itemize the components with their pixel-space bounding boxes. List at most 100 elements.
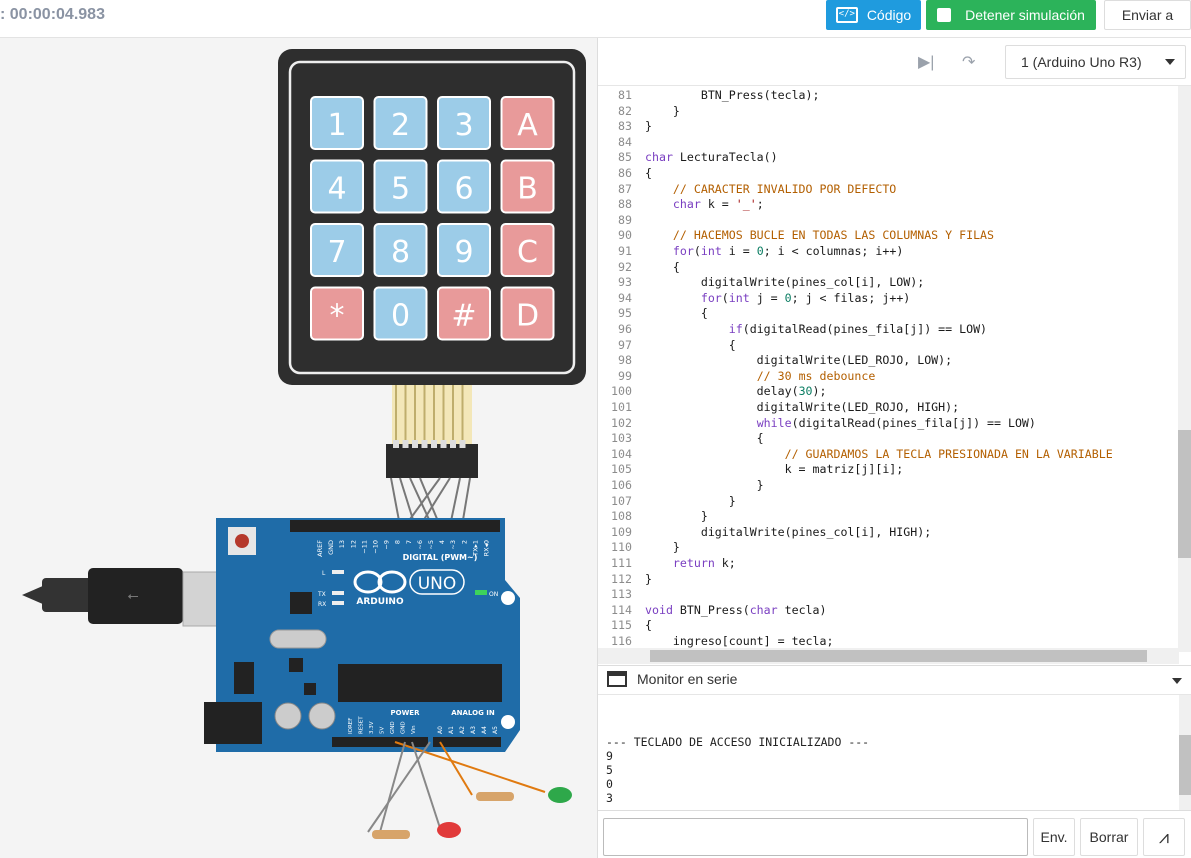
send-to-button[interactable]: Enviar a bbox=[1104, 0, 1191, 30]
editor-scroll-thumb[interactable] bbox=[1178, 430, 1191, 558]
code-line[interactable]: 106 } bbox=[598, 478, 764, 494]
editor-vertical-scrollbar[interactable] bbox=[1178, 86, 1191, 652]
keypad-key-label: 2 bbox=[391, 108, 410, 143]
line-number: 109 bbox=[611, 524, 632, 539]
code-line[interactable]: 84 bbox=[598, 135, 645, 151]
code-text: for(int j = 0; j < filas; j++) bbox=[700, 290, 911, 305]
rx-label: RX bbox=[318, 601, 326, 608]
code-line[interactable]: 111 return k; bbox=[598, 556, 736, 572]
code-line[interactable]: 101 digitalWrite(LED_ROJO, HIGH); bbox=[598, 400, 959, 416]
keypad-key-label: 3 bbox=[454, 108, 473, 143]
code-line[interactable]: 98 digitalWrite(LED_ROJO, LOW); bbox=[598, 353, 952, 369]
simulation-timer: : 00:00:04.983 bbox=[0, 6, 105, 23]
code-line[interactable]: 99 // 30 ms debounce bbox=[598, 369, 875, 385]
code-line[interactable]: 107 } bbox=[598, 494, 736, 510]
analog-pin-label: A0 bbox=[437, 726, 444, 734]
rx-led bbox=[332, 601, 344, 605]
line-number: 95 bbox=[618, 306, 632, 321]
code-line[interactable]: 104 // GUARDAMOS LA TECLA PRESIONADA EN … bbox=[598, 447, 1113, 463]
code-line[interactable]: 103 { bbox=[598, 431, 764, 447]
code-line[interactable]: 89 bbox=[598, 213, 645, 229]
code-line[interactable]: 97 { bbox=[598, 338, 736, 354]
monitor-line: 5 bbox=[606, 763, 613, 777]
code-line[interactable]: 114 void BTN_Press(char tecla) bbox=[598, 603, 826, 619]
code-line[interactable]: 115 { bbox=[598, 618, 652, 634]
code-text: { bbox=[645, 337, 736, 352]
chevron-down-icon[interactable] bbox=[1172, 678, 1182, 684]
line-number: 110 bbox=[611, 540, 632, 555]
editor-hscroll-thumb[interactable] bbox=[650, 650, 1147, 662]
digital-pin-label: ~5 bbox=[427, 540, 435, 550]
model-text: UNO bbox=[418, 574, 457, 594]
device-select[interactable]: 1 (Arduino Uno R3) bbox=[1005, 45, 1186, 79]
code-line[interactable]: 112} bbox=[598, 572, 652, 588]
code-line[interactable]: 81 BTN_Press(tecla); bbox=[598, 88, 819, 104]
line-number: 112 bbox=[611, 571, 632, 586]
power-pin-label: IOREF bbox=[348, 718, 354, 734]
code-line[interactable]: 105 k = matriz[j][i]; bbox=[598, 462, 903, 478]
top-toolbar: : 00:00:04.983 </> Código Detener simula… bbox=[0, 0, 1191, 38]
monitor-line: --- TECLADO DE ACCESO INICIALIZADO --- bbox=[606, 735, 870, 749]
clear-button[interactable]: Borrar bbox=[1080, 818, 1138, 856]
code-line[interactable]: 100 delay(30); bbox=[598, 384, 826, 400]
serial-input[interactable] bbox=[603, 818, 1028, 856]
graph-button[interactable]: ⩘ bbox=[1143, 818, 1185, 856]
capacitor-1 bbox=[274, 702, 302, 730]
code-button[interactable]: </> Código bbox=[826, 0, 921, 30]
led-green[interactable] bbox=[548, 787, 572, 803]
code-line[interactable]: 91 for(int i = 0; i < columnas; i++) bbox=[598, 244, 903, 260]
code-line[interactable]: 94 for(int j = 0; j < filas; j++) bbox=[598, 291, 910, 307]
code-line[interactable]: 93 digitalWrite(pines_col[i], LOW); bbox=[598, 275, 924, 291]
usb-chip bbox=[290, 592, 312, 614]
led-red[interactable] bbox=[437, 822, 461, 838]
tx-led bbox=[332, 591, 344, 595]
code-line[interactable]: 86 { bbox=[598, 166, 652, 182]
line-number: 94 bbox=[618, 290, 632, 305]
digital-pin-label: RX◂0 bbox=[483, 540, 491, 556]
monitor-icon bbox=[607, 671, 627, 687]
code-line[interactable]: 83} bbox=[598, 119, 652, 135]
connector-pin bbox=[421, 440, 428, 448]
digital-label: DIGITAL (PWM~) bbox=[403, 553, 478, 562]
on-label: ON bbox=[489, 591, 498, 598]
code-line[interactable]: 85 char LecturaTecla() bbox=[598, 150, 778, 166]
code-line[interactable]: 90 // HACEMOS BUCLE EN TODAS LAS COLUMNA… bbox=[598, 228, 994, 244]
code-line[interactable]: 110 } bbox=[598, 540, 680, 556]
code-line[interactable]: 92 { bbox=[598, 260, 680, 276]
circuit-canvas[interactable]: 1 2 3 A 4 5 6 B 7 8 9 C * 0 # D ⭠ AREF GND 13 12 ~11 ~10 ~9 8 7… bbox=[0, 38, 597, 858]
debug-icon[interactable]: ↷ bbox=[962, 52, 975, 72]
send-button[interactable]: Env. bbox=[1033, 818, 1075, 856]
code-line[interactable]: 108 } bbox=[598, 509, 708, 525]
code-line[interactable]: 95 { bbox=[598, 306, 708, 322]
step-icon[interactable]: ▶︎| bbox=[918, 52, 934, 72]
code-line[interactable]: 102 while(digitalRead(pines_fila[j]) == … bbox=[598, 416, 1036, 432]
editor-horizontal-scrollbar[interactable] bbox=[598, 648, 1179, 664]
code-line[interactable]: 82 } bbox=[598, 104, 680, 120]
resistor-green[interactable] bbox=[476, 792, 514, 801]
monitor-scrollbar[interactable] bbox=[1179, 695, 1191, 810]
line-number: 96 bbox=[618, 322, 632, 336]
code-line[interactable]: 88 char k = '_'; bbox=[598, 197, 764, 213]
monitor-scroll-thumb[interactable] bbox=[1179, 735, 1191, 795]
digital-pin-label: 4 bbox=[438, 540, 446, 544]
small-chip bbox=[289, 658, 303, 672]
line-number: 92 bbox=[618, 259, 632, 274]
code-line[interactable]: 87 // CARACTER INVALIDO POR DEFECTO bbox=[598, 182, 896, 198]
code-text: char LecturaTecla() bbox=[645, 150, 778, 165]
analog-pin-label: A4 bbox=[481, 726, 488, 734]
mount-hole-1 bbox=[501, 591, 515, 605]
code-line[interactable]: 113 bbox=[598, 587, 645, 603]
digital-pin-label: 8 bbox=[394, 540, 402, 544]
line-number: 115 bbox=[611, 618, 632, 633]
line-number: 87 bbox=[618, 181, 632, 196]
crystal bbox=[269, 629, 327, 649]
code-line[interactable]: 109 digitalWrite(pines_col[i], HIGH); bbox=[598, 525, 931, 541]
stop-simulation-button[interactable]: Detener simulación bbox=[926, 0, 1096, 30]
resistor-red[interactable] bbox=[372, 830, 410, 839]
code-line[interactable]: 96 if(digitalRead(pines_fila[j]) == LOW) bbox=[598, 322, 987, 338]
line-number: 90 bbox=[618, 228, 632, 243]
code-text: } bbox=[645, 493, 736, 508]
keypad-key-label: B bbox=[517, 172, 538, 207]
serial-monitor-header[interactable]: Monitor en serie bbox=[598, 665, 1191, 695]
code-editor[interactable]: 81 BTN_Press(tecla); 82 } 83} 84 85 char Lect… bbox=[598, 86, 1191, 666]
